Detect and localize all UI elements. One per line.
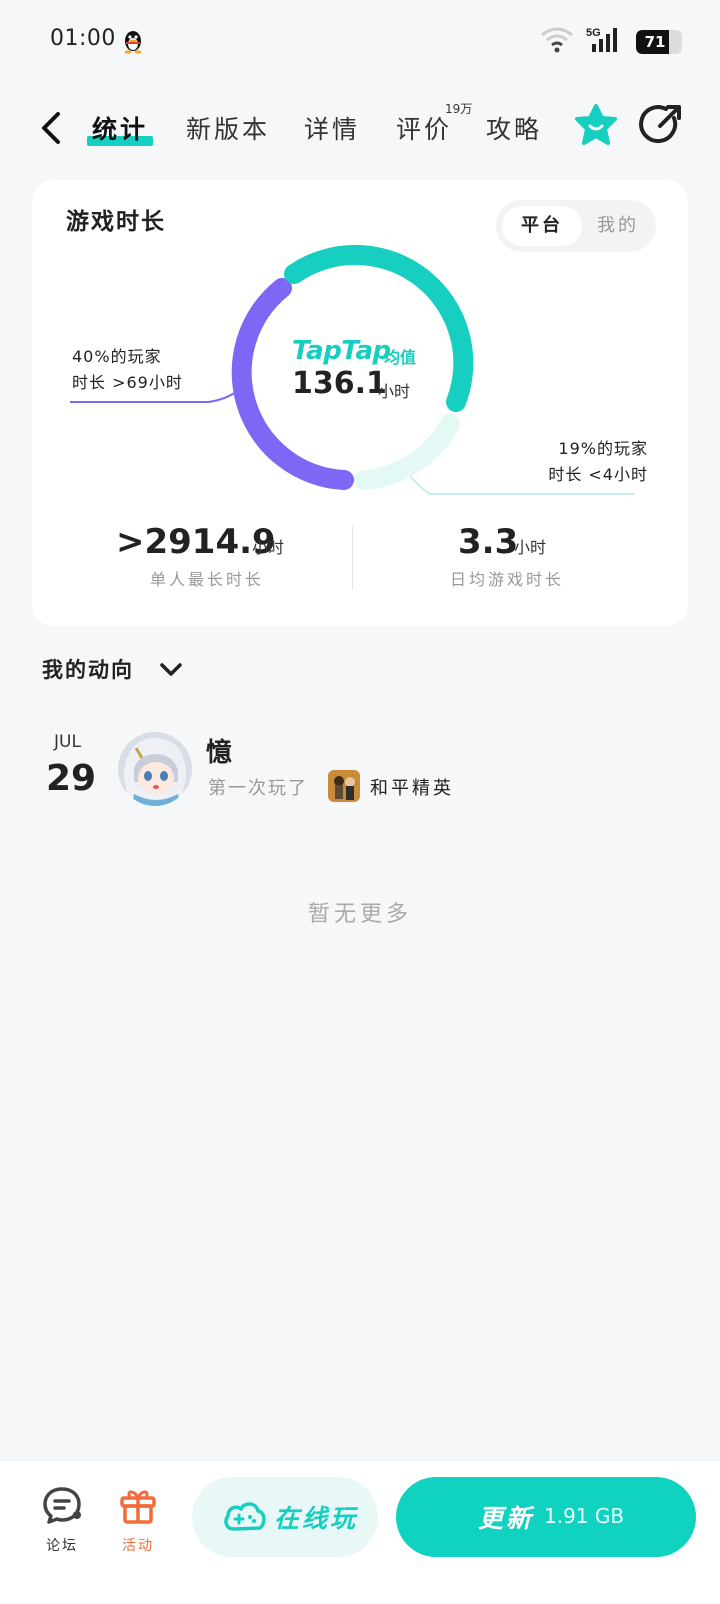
favorite-star-icon[interactable] [572,102,620,150]
top-nav: 统计 新版本 详情 评价 19万 攻略 [0,96,720,166]
cloud-gamepad-icon [224,1502,266,1531]
update-label: 更新 [478,1504,535,1533]
signal-5g-icon: 5G [586,27,617,52]
battery-level: 71 [644,33,666,51]
daily-avg-label: 日均游戏时长 [450,570,565,589]
cloud-play-label: 在线玩 [274,1504,359,1533]
empty-more-text: 暂无更多 [307,902,412,927]
share-icon[interactable] [638,102,684,148]
activity-header[interactable]: 我的动向 [42,654,134,684]
left-annotation-line2: 时长 >69小时 [72,373,183,392]
chevron-down-icon[interactable] [158,656,184,682]
status-time: 01:00 [50,26,116,51]
average-tag: 均值 [384,348,417,367]
activity-day: 29 [46,758,97,799]
activity-description: 第一次玩了 [208,778,308,799]
tab-stats[interactable]: 统计 [92,110,148,146]
max-playtime-unit: 小时 [252,538,285,557]
qq-icon [124,31,142,54]
battery-icon: 71 [636,30,682,54]
daily-avg-unit: 小时 [514,538,547,557]
activity-events-button[interactable]: 活动 [108,1483,168,1555]
gift-icon [120,1490,156,1524]
average-playtime-unit: 小时 [378,382,411,401]
light-segment [354,414,460,490]
right-annotation-line2: 时长 <4小时 [548,465,648,484]
activity-events-label: 活动 [122,1538,154,1554]
activity-game-name[interactable]: 和平精英 [370,774,454,800]
tab-new-version[interactable]: 新版本 [186,110,270,146]
cloud-play-button[interactable]: 在线玩 [192,1477,378,1557]
wifi-icon [541,27,573,53]
update-button[interactable]: 更新 1.91 GB [396,1477,696,1557]
right-annotation-line1: 19%的玩家 [558,439,648,458]
forum-chat-icon [43,1487,81,1524]
average-playtime-value: 136.1 [292,366,387,401]
max-playtime-label: 单人最长时长 [150,570,265,589]
left-annotation-line1: 40%的玩家 [72,347,162,366]
update-size: 1.91 GB [544,1504,625,1528]
back-icon[interactable] [36,110,70,146]
avatar[interactable] [118,732,192,806]
reviews-count-badge: 19万 [445,102,473,116]
forum-label: 论坛 [46,1538,78,1554]
tab-guides[interactable]: 攻略 [486,110,542,146]
activity-month: JUL [54,732,81,752]
activity-user-name[interactable]: 憶 [206,732,232,769]
stats-divider [352,526,353,590]
game-icon[interactable] [328,770,360,802]
bottom-action-bar: 论坛 活动 在线玩 更新 1.91 GB [0,1460,720,1604]
svg-text:5G: 5G [586,27,601,39]
daily-avg-value: 3.3 [458,522,519,562]
status-bar: 01:00 5G 71 [0,0,720,80]
forum-button[interactable]: 论坛 [32,1483,92,1555]
tab-details[interactable]: 详情 [304,110,360,146]
playtime-stats-card: 游戏时长 平台 我的 TapTap 均值 136.1 小时 40%的玩家 时长 … [32,180,688,626]
tab-reviews[interactable]: 评价 [396,110,452,146]
right-annotation: 19%的玩家 时长 <4小时 [548,436,648,488]
left-annotation: 40%的玩家 时长 >69小时 [72,344,183,396]
